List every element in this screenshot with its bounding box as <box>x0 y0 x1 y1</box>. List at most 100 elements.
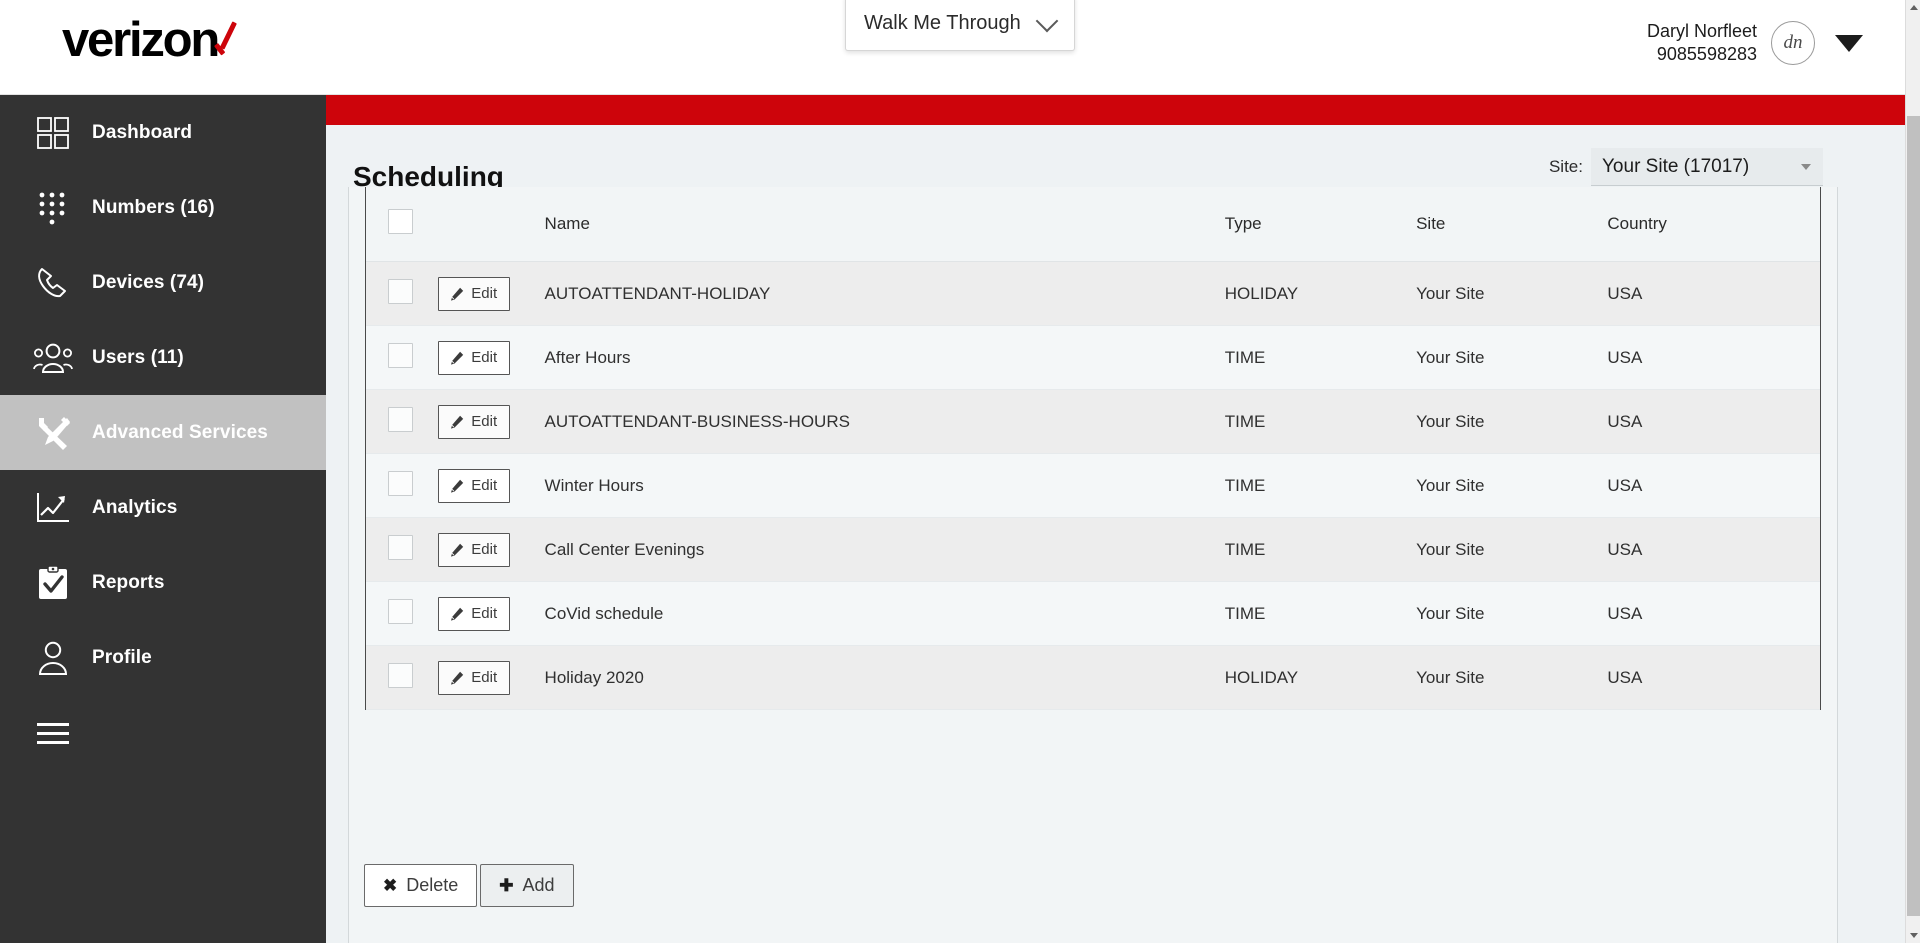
table-header-row: Name Type Site Country <box>366 187 1820 262</box>
row-edit-cell: Edit <box>438 517 545 582</box>
row-checkbox[interactable] <box>388 470 413 496</box>
row-site-cell: Your Site <box>1416 261 1608 326</box>
pencil-icon <box>450 607 464 621</box>
top-bar: verizon Walk Me Through Daryl Norfleet 9… <box>0 0 1905 95</box>
table-row: Edit After Hours TIME Your Site USA <box>366 325 1820 390</box>
edit-button[interactable]: Edit <box>438 468 511 503</box>
row-edit-cell: Edit <box>438 389 545 454</box>
row-checkbox[interactable] <box>388 534 413 560</box>
pencil-icon <box>450 543 464 557</box>
pencil-icon <box>450 479 464 493</box>
sidebar-item-dashboard[interactable]: Dashboard <box>0 95 326 170</box>
scrollbar-thumb[interactable] <box>1907 116 1920 916</box>
pencil-icon <box>450 351 464 365</box>
edit-button[interactable]: Edit <box>438 532 511 567</box>
row-country-cell: USA <box>1607 453 1820 518</box>
row-checkbox[interactable] <box>388 406 413 432</box>
user-menu[interactable]: Daryl Norfleet 9085598283 dn <box>1647 20 1863 66</box>
triangle-up-icon <box>1909 5 1918 10</box>
sidebar-item-devices[interactable]: Devices (74) <box>0 245 326 320</box>
dialpad-icon <box>22 183 84 233</box>
edit-button-label: Edit <box>471 669 498 686</box>
row-country-cell: USA <box>1607 517 1820 582</box>
sidebar-item-label: Dashboard <box>92 121 193 143</box>
row-select-cell <box>366 261 439 326</box>
table-row: Edit Holiday 2020 HOLIDAY Your Site USA <box>366 645 1820 710</box>
sidebar-item-label: Users (11) <box>92 346 184 368</box>
row-edit-cell: Edit <box>438 645 545 710</box>
select-all-header <box>366 187 439 262</box>
row-country-cell: USA <box>1607 261 1820 326</box>
row-name-cell: Winter Hours <box>544 453 1225 518</box>
row-type-cell: TIME <box>1224 389 1417 454</box>
row-select-cell <box>366 517 439 582</box>
edit-button[interactable]: Edit <box>438 404 511 439</box>
row-name-cell: Holiday 2020 <box>544 645 1225 710</box>
table-row: Edit AUTOATTENDANT-HOLIDAY HOLIDAY Your Sit… <box>366 261 1820 326</box>
delete-button[interactable]: ✖ Delete <box>364 864 478 907</box>
walk-me-through-label: Walk Me Through <box>864 12 1021 34</box>
caret-down-icon <box>1801 163 1811 170</box>
phone-icon <box>22 258 84 308</box>
select-all-checkbox[interactable] <box>388 209 413 234</box>
row-select-cell <box>366 325 439 390</box>
triangle-down-icon <box>1909 933 1918 938</box>
add-button[interactable]: ✚ Add <box>480 864 574 907</box>
row-type-cell: TIME <box>1224 453 1417 518</box>
row-site-cell: Your Site <box>1416 389 1608 454</box>
grid-icon <box>22 108 84 158</box>
row-country-cell: USA <box>1607 581 1820 646</box>
row-site-cell: Your Site <box>1416 581 1608 646</box>
verizon-checkmark-icon <box>215 22 241 62</box>
sidebar-menu-toggle[interactable] <box>0 695 326 773</box>
type-column-header: Type <box>1224 187 1417 262</box>
row-edit-cell: Edit <box>438 261 545 326</box>
edit-button[interactable]: Edit <box>438 340 511 375</box>
caret-down-icon[interactable] <box>1835 34 1863 52</box>
table-row: Edit Call Center Evenings TIME Your Site USA <box>366 517 1820 582</box>
row-checkbox[interactable] <box>388 278 413 304</box>
row-select-cell <box>366 581 439 646</box>
edit-button[interactable]: Edit <box>438 660 511 695</box>
pencil-icon <box>450 671 464 685</box>
chart-line-icon <box>22 483 84 533</box>
table-row: Edit CoVid schedule TIME Your Site USA <box>366 581 1820 646</box>
row-country-cell: USA <box>1607 325 1820 390</box>
row-select-cell <box>366 389 439 454</box>
row-select-cell <box>366 453 439 518</box>
row-name-cell: AUTOATTENDANT-BUSINESS-HOURS <box>544 389 1225 454</box>
scroll-up-button[interactable] <box>1906 0 1920 15</box>
row-site-cell: Your Site <box>1416 517 1608 582</box>
person-icon <box>22 633 84 683</box>
user-name: Daryl Norfleet <box>1646 21 1757 41</box>
sidebar-item-numbers[interactable]: Numbers (16) <box>0 170 326 245</box>
clipboard-check-icon <box>22 558 84 608</box>
sidebar-item-reports[interactable]: Reports <box>0 545 326 620</box>
walk-me-through-dropdown[interactable]: Walk Me Through <box>845 0 1075 51</box>
sidebar-item-advanced-services[interactable]: Advanced Services <box>0 395 326 470</box>
edit-button-label: Edit <box>471 477 498 494</box>
sidebar-item-profile[interactable]: Profile <box>0 620 326 695</box>
site-select[interactable]: Your Site (17017) <box>1591 148 1823 186</box>
sidebar-item-analytics[interactable]: Analytics <box>0 470 326 545</box>
scroll-down-button[interactable] <box>1906 928 1920 943</box>
pencil-icon <box>450 415 464 429</box>
sidebar-item-label: Numbers (16) <box>92 196 215 218</box>
avatar[interactable]: dn <box>1771 21 1815 66</box>
row-checkbox[interactable] <box>388 342 413 368</box>
edit-button[interactable]: Edit <box>438 596 511 631</box>
sidebar-item-users[interactable]: Users (11) <box>0 320 326 395</box>
page-scrollbar[interactable] <box>1905 0 1920 943</box>
row-type-cell: HOLIDAY <box>1224 261 1417 326</box>
chevron-down-icon <box>1035 9 1059 32</box>
edit-column-header <box>438 187 545 262</box>
table-row: Edit Winter Hours TIME Your Site USA <box>366 453 1820 518</box>
row-checkbox[interactable] <box>388 662 413 688</box>
verizon-logo[interactable]: verizon <box>62 16 241 65</box>
sidebar-item-label: Analytics <box>92 496 178 518</box>
edit-button[interactable]: Edit <box>438 276 511 311</box>
table-row: Edit AUTOATTENDANT-BUSINESS-HOURS TIME Your… <box>366 389 1820 454</box>
schedules-table-container: Name Type Site Country Edit AUTOATTENDANT… <box>365 187 1821 710</box>
row-country-cell: USA <box>1607 645 1820 710</box>
row-checkbox[interactable] <box>388 598 413 624</box>
